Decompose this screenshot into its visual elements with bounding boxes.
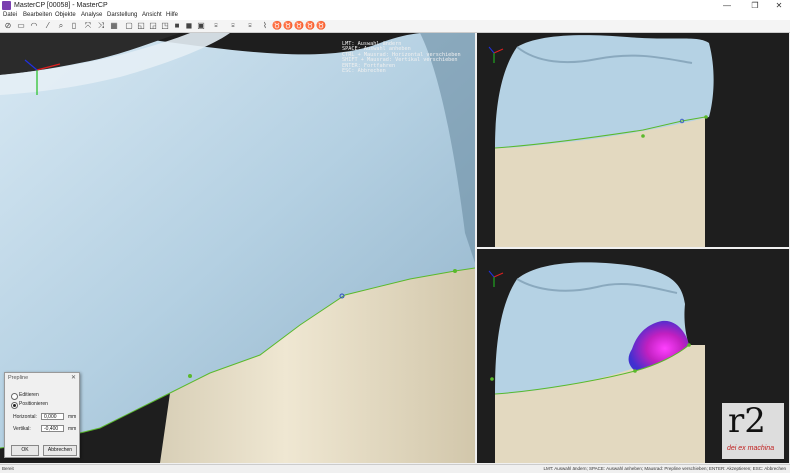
horizontal-field[interactable]: 0,000 <box>41 413 64 420</box>
select-icon[interactable]: ⤨ <box>96 21 106 31</box>
dialog-close-button[interactable]: ✕ <box>71 374 76 381</box>
title-bar: MasterCP [00058] - MasterCP — ❐ ✕ <box>0 0 790 11</box>
layer-icon[interactable]: ◳ <box>160 21 170 31</box>
delete-icon[interactable]: ▯ <box>69 21 79 31</box>
close-button[interactable]: ✕ <box>766 0 790 11</box>
horizontal-unit: mm <box>68 414 77 420</box>
solid-icon[interactable]: ◲ <box>148 21 158 31</box>
black-box-icon[interactable]: ◼ <box>184 21 194 31</box>
save-icon[interactable]: ◠ <box>29 21 39 31</box>
transparent-icon[interactable]: ▣ <box>196 21 206 31</box>
ok-button[interactable]: OK <box>11 445 39 456</box>
tooth-2-icon[interactable]: ♉ <box>283 21 293 31</box>
crown-icon[interactable]: ◱ <box>136 21 146 31</box>
menu-ansicht[interactable]: Ansicht <box>142 11 162 20</box>
maximize-button[interactable]: ❐ <box>742 0 768 11</box>
help-line: ESC: Abbrechen <box>342 68 386 75</box>
tooth-4-icon[interactable]: ♉ <box>305 21 315 31</box>
logo-mark: r2 <box>728 401 766 441</box>
prepline-dialog: Prepline ✕ Editieren Positionieren Horiz… <box>4 372 80 458</box>
cancel-button[interactable]: Abbrechen <box>43 445 77 456</box>
logo-tagline: dei ex machina <box>727 445 775 452</box>
view-left-icon[interactable]: ⌸ <box>209 21 223 31</box>
horizontal-label: Horizontal: <box>13 414 37 420</box>
toolbar: ⊘ ▭ ◠ ⁄ ⌕ ▯ ⤧ ⤨ ▦ ▢ ◱ ◲ ◳ ■ ◼ ▣ ⌸ ⌸ ⌸ ⌇ … <box>0 20 790 33</box>
fit-icon[interactable]: ⤧ <box>83 21 93 31</box>
app-icon <box>2 1 11 10</box>
view-top-icon[interactable]: ⌸ <box>243 21 257 31</box>
vertical-unit: mm <box>68 426 77 432</box>
open-icon[interactable]: ▭ <box>16 21 26 31</box>
positionieren-label: Positionieren <box>19 401 48 407</box>
zoom-icon[interactable]: ⌕ <box>56 21 66 31</box>
side-scene-top <box>477 33 789 247</box>
view-right-icon[interactable]: ⌸ <box>226 21 240 31</box>
menu-darstellung[interactable]: Darstellung <box>107 11 137 20</box>
menu-hilfe[interactable]: Hilfe <box>166 11 178 20</box>
tooth-1-icon[interactable]: ♉ <box>272 21 282 31</box>
black-solid-icon[interactable]: ■ <box>172 21 182 31</box>
menu-bearbeiten[interactable]: Bearbeiten <box>23 11 52 20</box>
r2-logo: r2 dei ex machina <box>722 401 784 459</box>
wire-icon[interactable]: ⌇ <box>260 21 270 31</box>
keyboard-help-overlay: LMT: Auswahl ändern SPACE: Auswahl anhebe… <box>342 41 461 75</box>
menu-bar: Datei Bearbeiten Objekte Analyse Darstel… <box>0 11 790 20</box>
new-icon[interactable]: ⊘ <box>3 21 13 31</box>
minimize-button[interactable]: — <box>714 0 740 11</box>
tooth-5-icon[interactable]: ♉ <box>316 21 326 31</box>
grid-icon[interactable]: ▦ <box>109 21 119 31</box>
menu-objekte[interactable]: Objekte <box>55 11 76 20</box>
vertical-label: Vertikal: <box>13 426 31 432</box>
side-3d-viewport-top[interactable] <box>477 33 789 247</box>
tooth-3-icon[interactable]: ♉ <box>294 21 304 31</box>
box-icon[interactable]: ▢ <box>124 21 134 31</box>
editieren-radio[interactable] <box>11 393 18 400</box>
editieren-label: Editieren <box>19 392 39 398</box>
dialog-title: Prepline <box>8 375 29 381</box>
menu-analyse[interactable]: Analyse <box>81 11 102 20</box>
vertical-field[interactable]: -0,400 <box>41 425 64 432</box>
window-title: MasterCP [00058] - MasterCP <box>14 2 108 9</box>
measure-icon[interactable]: ⁄ <box>43 21 53 31</box>
positionieren-radio[interactable] <box>11 402 18 409</box>
menu-datei[interactable]: Datei <box>3 11 17 20</box>
